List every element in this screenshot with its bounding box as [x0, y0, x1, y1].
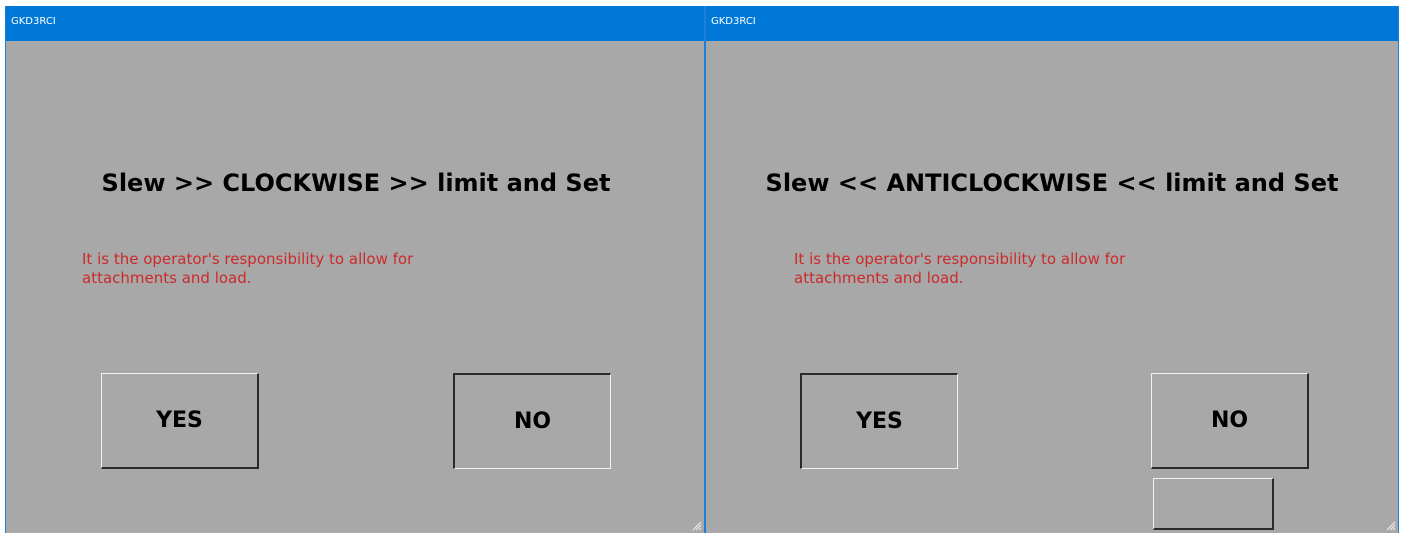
yes-button[interactable]: YES	[101, 373, 259, 469]
dialog-window-clockwise: GKD3RCI Slew >> CLOCKWISE >> limit and S…	[5, 6, 705, 533]
window-title: GKD3RCI	[11, 16, 56, 27]
yes-button[interactable]: YES	[800, 373, 958, 469]
instruction-heading: Slew >> CLOCKWISE >> limit and Set	[101, 169, 611, 197]
operator-warning: It is the operator's responsibility to a…	[794, 250, 1126, 287]
resize-grip-icon[interactable]	[690, 519, 702, 531]
resize-grip-icon[interactable]	[1384, 519, 1396, 531]
no-button[interactable]: NO	[1151, 373, 1309, 469]
dialog-window-anticlockwise: GKD3RCI Slew << ANTICLOCKWISE << limit a…	[705, 6, 1399, 533]
window-title: GKD3RCI	[711, 16, 756, 27]
title-bar[interactable]: GKD3RCI	[6, 6, 704, 41]
instruction-heading: Slew << ANTICLOCKWISE << limit and Set	[765, 169, 1339, 197]
no-button[interactable]: NO	[453, 373, 611, 469]
unlabeled-button[interactable]	[1153, 478, 1274, 530]
operator-warning: It is the operator's responsibility to a…	[82, 250, 414, 287]
title-bar[interactable]: GKD3RCI	[706, 6, 1398, 41]
